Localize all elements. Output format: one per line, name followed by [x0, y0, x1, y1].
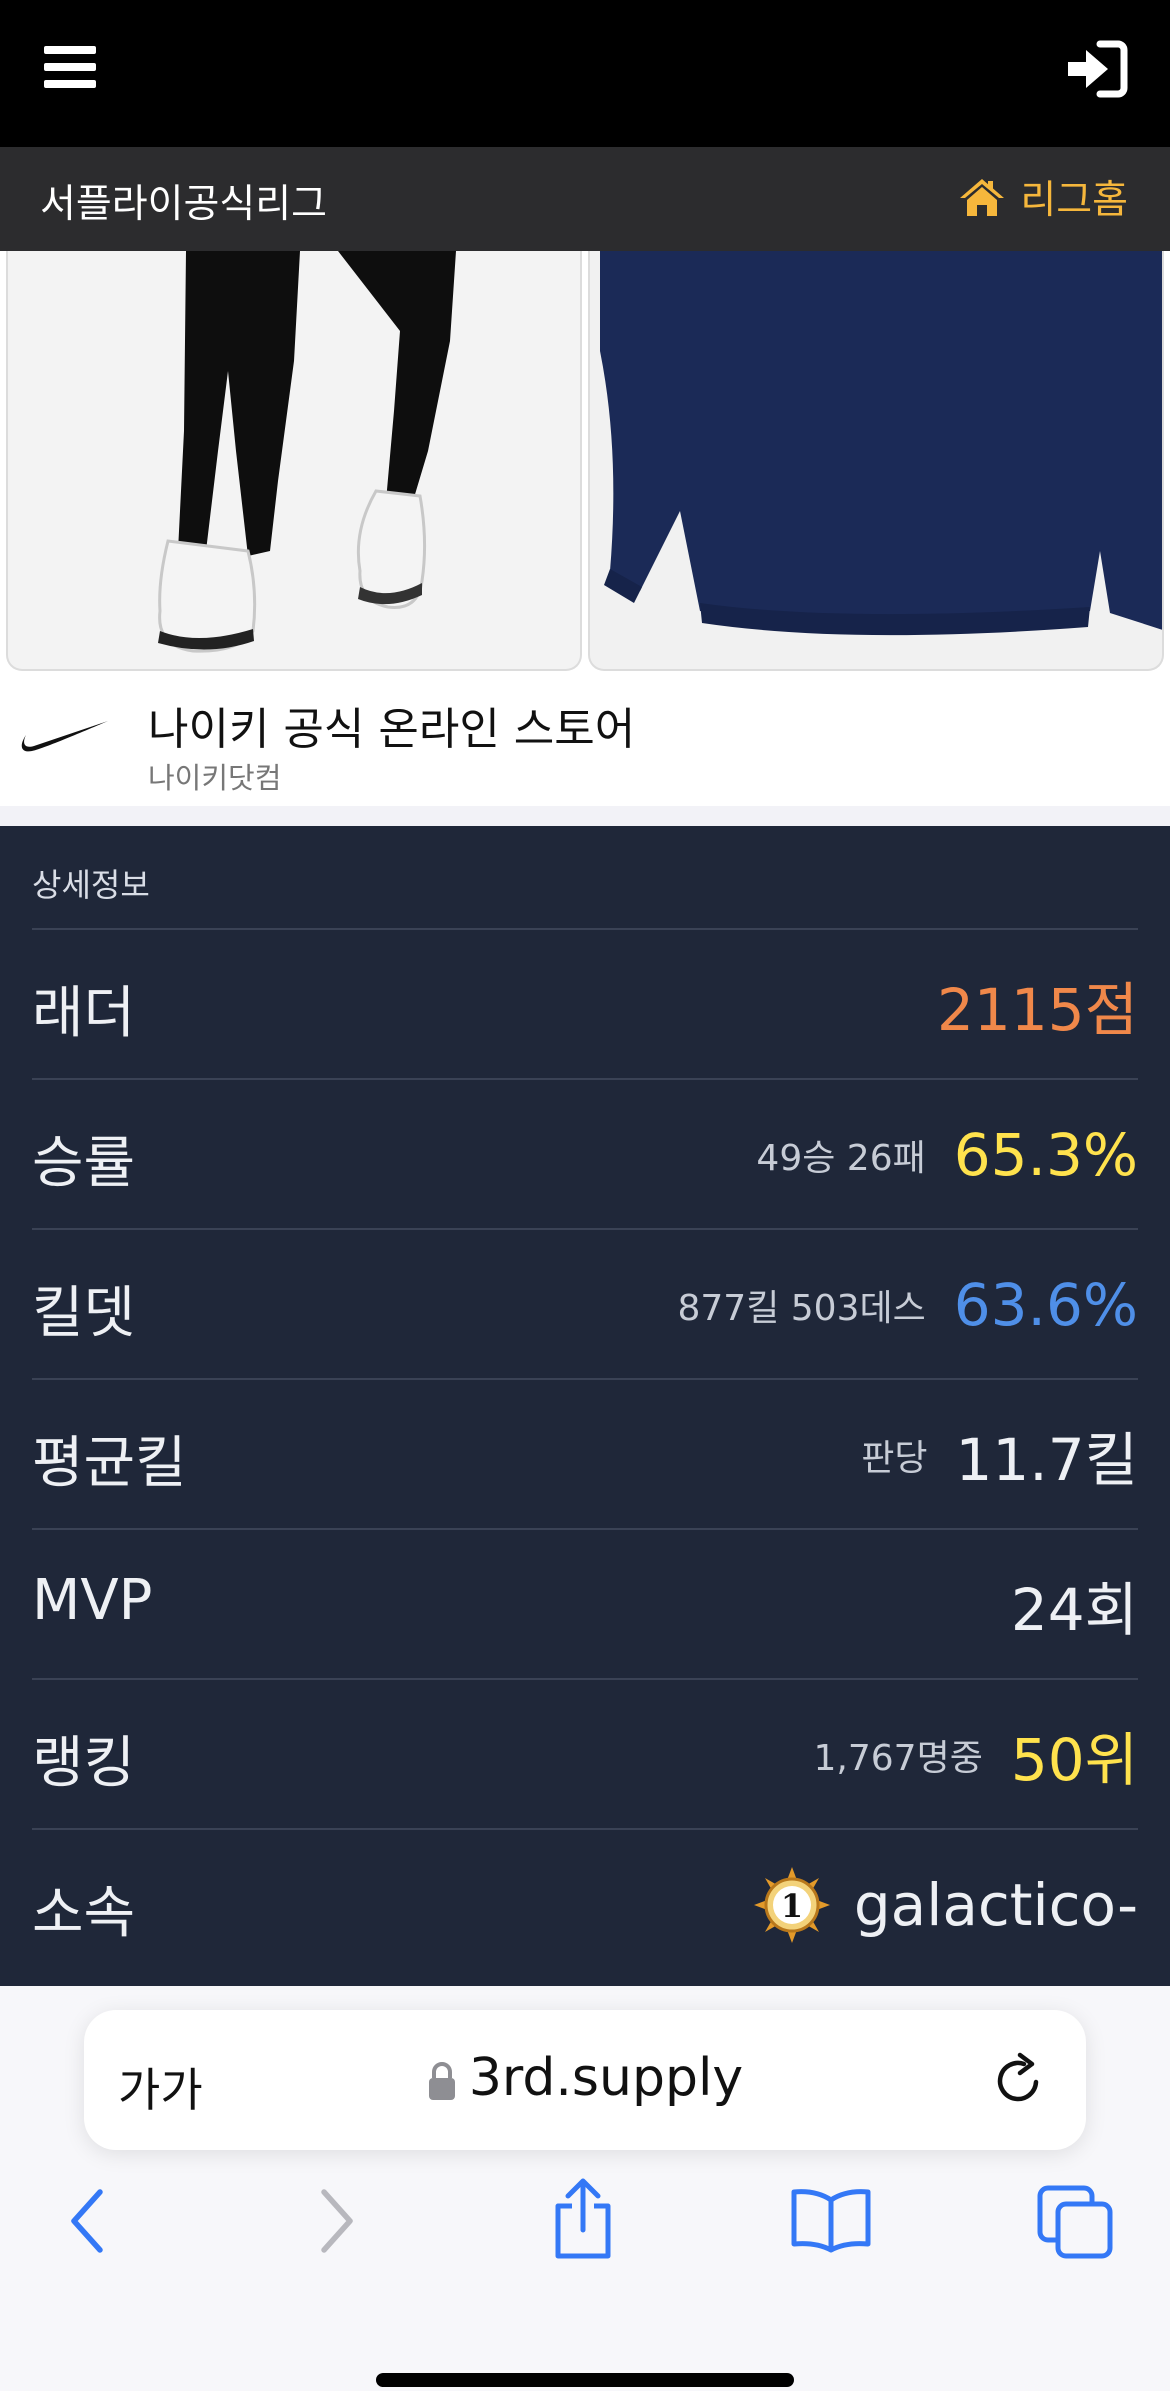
browser-chrome: 가가 3rd.supply: [0, 1986, 1170, 2391]
stat-value: 65.3%: [953, 1121, 1138, 1189]
stat-label: 랭킹: [32, 1731, 136, 1796]
stat-row-clan: 소속 1 galactico-: [32, 1828, 1138, 1978]
tabs-icon[interactable]: [1036, 2184, 1116, 2260]
stat-row-ladder: 래더 2115점: [32, 928, 1138, 1078]
ad-image-sweater[interactable]: [588, 251, 1164, 671]
stat-label: MVP: [32, 1568, 153, 1633]
stat-detail: 판당: [861, 1438, 928, 1479]
nike-swoosh-icon: [21, 721, 109, 752]
stat-detail: 1,767명중: [813, 1738, 983, 1779]
ad-banner[interactable]: 나이키 공식 온라인 스토어 나이키닷컴: [0, 251, 1170, 806]
league-home-link[interactable]: 리그홈: [958, 169, 1128, 225]
stat-value: 63.6%: [953, 1271, 1138, 1339]
top-nav-bar: [0, 0, 1170, 147]
share-icon[interactable]: [548, 2176, 618, 2262]
league-home-label: 리그홈: [1020, 178, 1128, 223]
clan-badge-text: 1: [781, 1887, 803, 1925]
forward-icon[interactable]: [318, 2186, 358, 2256]
ad-subtitle: 나이키닷컴: [148, 761, 282, 795]
stat-label: 래더: [32, 981, 136, 1046]
ad-brand-info[interactable]: 나이키 공식 온라인 스토어 나이키닷컴: [0, 681, 1170, 806]
stat-label: 소속: [32, 1881, 136, 1946]
stats-panel: 상세정보 래더 2115점 승률 49승 26패 65.3% 킬뎃 877킬 5…: [0, 826, 1170, 1986]
stat-row-kd: 킬뎃 877킬 503데스 63.6%: [32, 1228, 1138, 1378]
reload-icon[interactable]: [992, 2052, 1046, 2108]
league-bar: 서플라이공식리그 리그홈: [0, 147, 1170, 251]
clan-badge-icon[interactable]: 1: [752, 1865, 832, 1945]
stat-detail: 877킬 503데스: [677, 1288, 926, 1329]
ad-image-pants[interactable]: [6, 251, 582, 671]
back-icon[interactable]: [66, 2186, 106, 2256]
url-display[interactable]: 3rd.supply: [84, 2048, 1086, 2108]
home-indicator[interactable]: [376, 2373, 794, 2387]
stat-value: 2115점: [937, 976, 1138, 1044]
clan-name[interactable]: galactico-: [854, 1871, 1138, 1939]
address-bar[interactable]: 가가 3rd.supply: [84, 2010, 1086, 2150]
stat-value: 11.7킬: [955, 1426, 1138, 1494]
sign-in-icon[interactable]: [1064, 40, 1128, 98]
stat-value: 24회: [1010, 1576, 1138, 1644]
stat-row-winrate: 승률 49승 26패 65.3%: [32, 1078, 1138, 1228]
stat-label: 평균킬: [32, 1431, 187, 1496]
stat-row-avg-kills: 평균킬 판당 11.7킬: [32, 1378, 1138, 1528]
stat-detail: 49승 26패: [756, 1138, 926, 1179]
stat-value: 50위: [1010, 1726, 1138, 1794]
stat-row-ranking: 랭킹 1,767명중 50위: [32, 1678, 1138, 1828]
lock-icon: [428, 2062, 455, 2100]
home-icon: [960, 179, 1005, 216]
hamburger-icon[interactable]: [44, 42, 100, 92]
stats-header: 상세정보: [32, 866, 150, 904]
ad-title: 나이키 공식 온라인 스토어: [148, 704, 636, 755]
stat-label: 승률: [32, 1131, 136, 1196]
bookmarks-icon[interactable]: [790, 2186, 872, 2254]
league-title: 서플라이공식리그: [40, 182, 328, 227]
url-text: 3rd.supply: [468, 2048, 744, 2108]
stat-row-mvp: MVP 24회: [32, 1528, 1138, 1678]
stat-label: 킬뎃: [32, 1281, 136, 1346]
